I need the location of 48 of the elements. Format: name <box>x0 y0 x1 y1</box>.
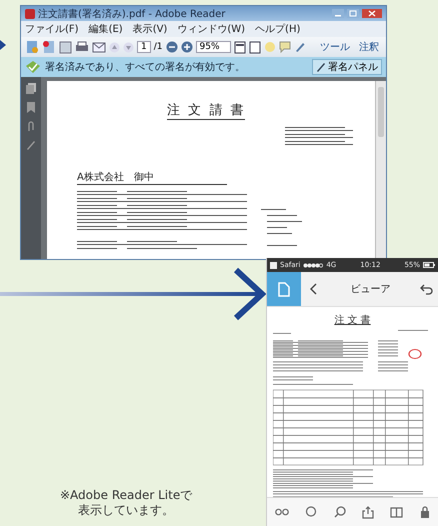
speech-bubble-icon[interactable] <box>278 41 291 53</box>
caption-text: 表示しています。 <box>78 503 174 518</box>
zoom-out-icon[interactable] <box>166 41 178 53</box>
undo-icon[interactable] <box>420 282 434 296</box>
close-icon[interactable] <box>362 9 382 18</box>
book-icon[interactable] <box>390 506 404 518</box>
document-title: 注 文 書 <box>333 314 372 327</box>
signal-icon <box>303 262 324 268</box>
zoom-in-icon[interactable] <box>180 41 192 53</box>
battery-icon <box>423 262 436 268</box>
toolbar-button[interactable]: 注釈 <box>356 39 382 55</box>
app-icon <box>25 8 35 18</box>
bookmark-icon[interactable] <box>27 102 35 113</box>
share-icon[interactable] <box>362 506 374 518</box>
documents-button[interactable] <box>267 272 301 306</box>
menu-item[interactable]: ファイル(F) <box>25 22 79 36</box>
glasses-icon[interactable] <box>275 508 290 516</box>
fit-page-icon[interactable] <box>248 40 261 54</box>
toolbar-button[interactable]: ツール <box>317 39 353 55</box>
pointer-icon <box>0 40 6 50</box>
page-total: /1 <box>154 42 162 52</box>
addressee: A株式会社 御中 <box>77 170 227 185</box>
pages-icon[interactable] <box>26 83 36 94</box>
page-number-field[interactable]: 1 <box>137 41 151 53</box>
save-icon[interactable] <box>59 40 72 54</box>
menu-item[interactable]: 表示(V) <box>132 22 168 36</box>
menu-item[interactable]: 編集(E) <box>88 22 123 36</box>
printer-icon[interactable] <box>75 40 89 54</box>
lock-icon[interactable] <box>420 506 430 518</box>
page-view-icon[interactable] <box>234 40 246 54</box>
signature-panel-button[interactable]: 署名パネル <box>312 59 382 75</box>
document-title: 注 文 請 書 <box>167 101 246 120</box>
menu-item[interactable]: ヘルプ(H) <box>255 22 300 36</box>
document-icon <box>278 282 290 296</box>
search-icon[interactable] <box>334 506 346 518</box>
app-icon <box>270 262 277 268</box>
pen-icon <box>316 62 326 72</box>
menu-item[interactable]: ウィンドウ(W) <box>177 22 246 36</box>
window-title: 注文請書(署名済み).pdf - Adobe Reader <box>38 8 226 20</box>
pen-icon[interactable] <box>294 41 306 53</box>
nav-title: ビューア <box>350 283 392 296</box>
zoom-field[interactable]: 95% <box>196 41 231 53</box>
signature-check-icon <box>25 60 41 74</box>
signature-status: 署名済みであり、すべての署名が有効です。 <box>45 60 245 74</box>
caption-text: ※Adobe Reader Liteで <box>60 488 192 503</box>
envelope-icon[interactable] <box>92 42 106 52</box>
scrollbar[interactable] <box>375 81 386 259</box>
order-info-text <box>285 125 356 146</box>
